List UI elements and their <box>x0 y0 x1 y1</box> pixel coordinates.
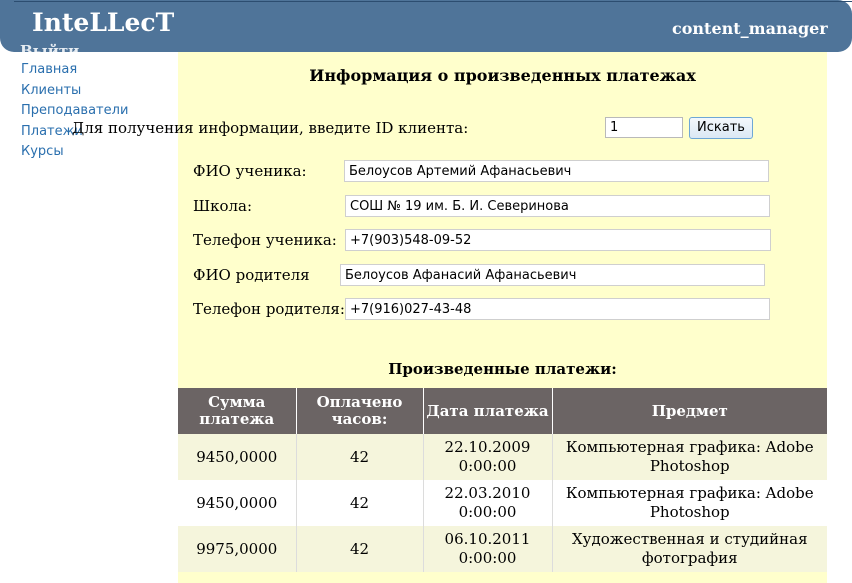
current-user: content_manager <box>672 19 828 38</box>
app-header: InteLLecT content_manager <box>0 0 852 52</box>
search-label: Для получения информации, введите ID кли… <box>72 119 469 137</box>
cell-subject: Художественная и студийная фотография <box>551 526 827 572</box>
search-button[interactable]: Искать <box>689 117 753 139</box>
parent-phone-label: Телефон родителя: <box>193 300 345 318</box>
app-logo: InteLLecT <box>32 8 175 37</box>
student-name-field[interactable]: Белоусов Артемий Афанасьевич <box>344 160 769 182</box>
payments-table: Сумма платежа Оплачено часов: Дата плате… <box>178 388 827 572</box>
cell-subject: Компьютерная графика: Adobe Photoshop <box>551 480 827 526</box>
school-label: Школа: <box>193 197 253 215</box>
client-id-input[interactable]: 1 <box>605 117 683 138</box>
col-header-hours: Оплачено часов: <box>295 388 423 434</box>
col-header-amount: Сумма платежа <box>178 388 296 434</box>
student-phone-field[interactable]: +7(903)548-09-52 <box>345 229 771 251</box>
nav-item-home[interactable]: Главная <box>21 60 128 81</box>
cell-subject: Компьютерная графика: Adobe Photoshop <box>551 434 827 480</box>
nav-item-courses[interactable]: Курсы <box>21 142 128 163</box>
table-row: 9450,0000 42 22.10.2009 0:00:00 Компьюте… <box>178 434 827 480</box>
col-header-date: Дата платежа <box>422 388 552 434</box>
parent-phone-field[interactable]: +7(916)027-43-48 <box>345 298 770 320</box>
student-phone-label: Телефон ученика: <box>193 231 337 249</box>
table-header-row: Сумма платежа Оплачено часов: Дата плате… <box>178 388 827 434</box>
cell-date: 06.10.2011 0:00:00 <box>422 526 552 572</box>
header-top-line <box>14 1 852 2</box>
sidebar-nav: Главная Клиенты Преподаватели Платежи Ку… <box>21 60 128 163</box>
page-title: Информация о произведенных платежах <box>309 66 696 85</box>
parent-name-label: ФИО родителя <box>193 266 310 284</box>
cell-date: 22.03.2010 0:00:00 <box>422 480 552 526</box>
table-row: 9975,0000 42 06.10.2011 0:00:00 Художест… <box>178 526 827 572</box>
parent-name-field[interactable]: Белоусов Афанасий Афанасьевич <box>340 264 765 286</box>
cell-amount: 9450,0000 <box>178 480 296 526</box>
cell-hours: 42 <box>295 434 423 480</box>
table-row: 9450,0000 42 22.03.2010 0:00:00 Компьюте… <box>178 480 827 526</box>
nav-item-clients[interactable]: Клиенты <box>21 81 128 102</box>
payments-title: Произведенные платежи: <box>388 360 617 378</box>
cell-amount: 9450,0000 <box>178 434 296 480</box>
cell-hours: 42 <box>295 480 423 526</box>
logout-link[interactable]: Выйти <box>20 40 79 52</box>
cell-hours: 42 <box>295 526 423 572</box>
col-header-subject: Предмет <box>551 388 827 434</box>
cell-amount: 9975,0000 <box>178 526 296 572</box>
school-field[interactable]: СОШ № 19 им. Б. И. Северинова <box>345 195 770 217</box>
cell-date: 22.10.2009 0:00:00 <box>422 434 552 480</box>
student-name-label: ФИО ученика: <box>193 162 307 180</box>
